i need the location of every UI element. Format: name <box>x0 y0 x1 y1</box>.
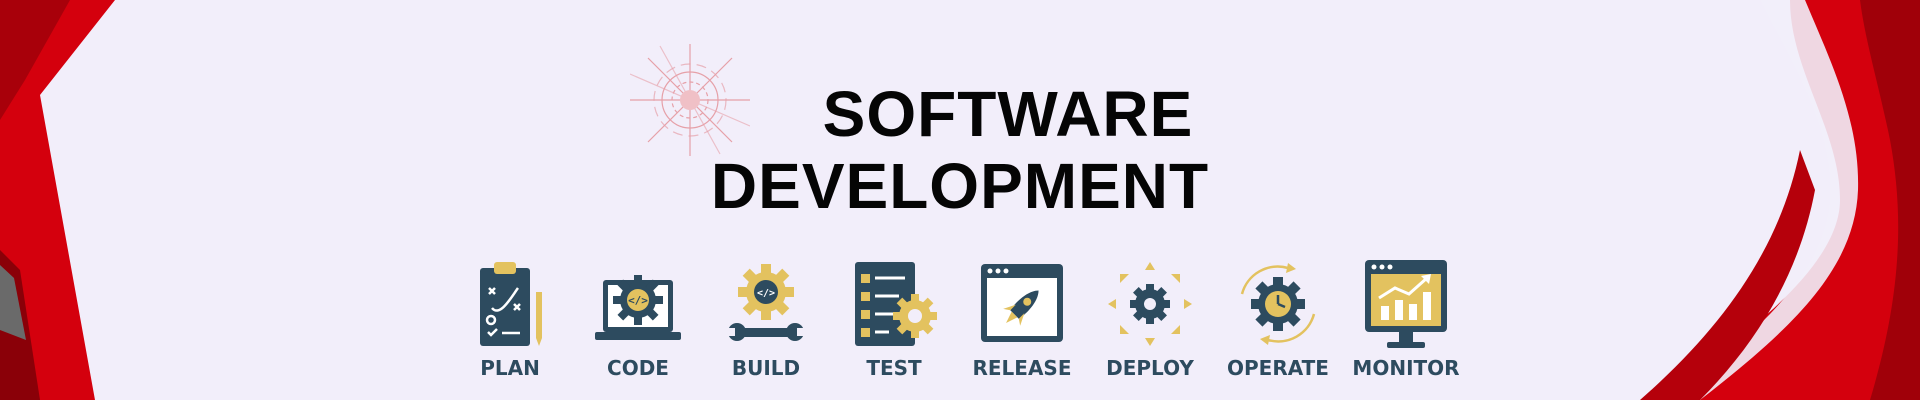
gear-wrench-icon: </> <box>725 264 807 341</box>
checklist-gear-icon <box>855 262 937 346</box>
step-plan: PLAN <box>450 258 570 388</box>
title-line-2: DEVELOPMENT <box>710 150 1210 222</box>
gear-clock-cycle-icon <box>1240 263 1316 345</box>
clipboard-plan-icon <box>480 262 542 346</box>
step-label-plan: PLAN <box>480 356 540 380</box>
browser-rocket-icon <box>981 264 1063 342</box>
monitor-chart-icon <box>1365 260 1447 348</box>
step-label-code: CODE <box>607 356 669 380</box>
title-line-1: SOFTWARE <box>822 78 1194 150</box>
step-test: TEST <box>834 258 954 388</box>
sdlc-steps: PLAN </> CODE </> BUILD TEST RELEASE DEP… <box>450 258 1480 388</box>
software-development-banner: SOFTWARE DEVELOPMENT PLAN </> CODE </> B… <box>0 0 1920 400</box>
gear-arrows-icon <box>1108 262 1192 346</box>
step-release: RELEASE <box>962 258 1082 388</box>
step-label-build: BUILD <box>731 356 801 380</box>
svg-text:</>: </> <box>628 294 648 307</box>
step-label-operate: OPERATE <box>1227 356 1329 380</box>
step-build: </> BUILD <box>706 258 826 388</box>
step-label-monitor: MONITOR <box>1352 356 1460 380</box>
step-label-release: RELEASE <box>972 356 1072 380</box>
step-operate: OPERATE <box>1218 258 1338 388</box>
laptop-code-gear-icon: </> <box>595 275 681 340</box>
step-label-test: TEST <box>866 356 922 380</box>
step-label-deploy: DEPLOY <box>1106 356 1194 380</box>
svg-text:</>: </> <box>757 288 775 299</box>
step-code: </> CODE <box>578 258 698 388</box>
step-deploy: DEPLOY <box>1090 258 1210 388</box>
step-monitor: MONITOR <box>1346 258 1466 388</box>
